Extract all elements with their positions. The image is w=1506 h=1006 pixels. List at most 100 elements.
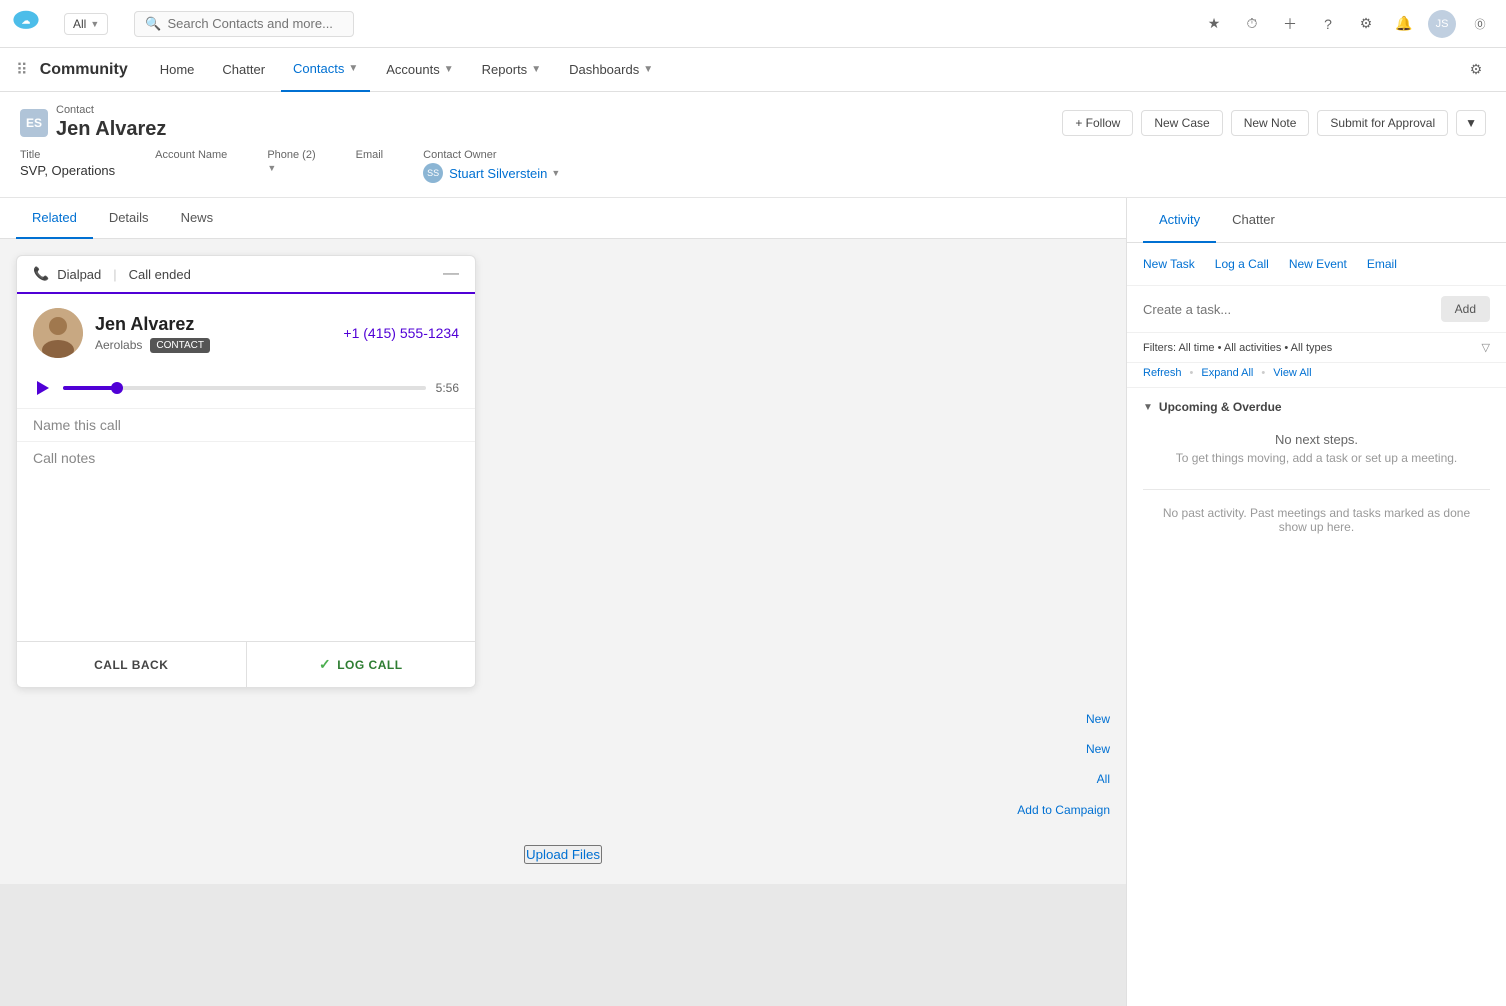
user-avatar[interactable]: JS — [1428, 10, 1456, 38]
tab-activity-label: Activity — [1159, 212, 1200, 227]
refresh-link[interactable]: Refresh — [1143, 367, 1182, 379]
help-icon[interactable]: ? — [1314, 10, 1342, 38]
new-task-button[interactable]: New Task — [1143, 257, 1195, 271]
notifications-icon[interactable]: 🔔 — [1390, 10, 1418, 38]
all-row: All — [16, 764, 1110, 794]
minimize-icon[interactable]: — — [443, 266, 459, 282]
view-all-link[interactable]: View All — [1273, 367, 1311, 379]
dialpad-widget: 📞 Dialpad | Call ended — — [16, 255, 476, 688]
grid-icon[interactable]: ⠿ — [16, 60, 28, 80]
no-steps-text: No next steps. — [1143, 424, 1490, 451]
log-a-call-button[interactable]: Log a Call — [1215, 257, 1269, 271]
upload-files-button[interactable]: Upload Files — [524, 845, 602, 864]
nav-accounts-label: Accounts — [386, 62, 439, 77]
tab-news-label: News — [181, 210, 214, 225]
new-case-button[interactable]: New Case — [1141, 110, 1222, 136]
email-button[interactable]: Email — [1367, 257, 1397, 271]
right-panel: Activity Chatter New Task Log a Call New… — [1126, 198, 1506, 1006]
waffle-icon[interactable]: ⓪ — [1466, 10, 1494, 38]
search-icon: 🔍 — [145, 16, 161, 32]
add-task-button[interactable]: Add — [1441, 296, 1490, 322]
field-email: Email — [356, 149, 384, 183]
call-name-section[interactable]: Name this call — [17, 408, 475, 441]
activity-actions: New Task Log a Call New Event Email — [1127, 243, 1506, 286]
top-bar: ☁ All ▼ 🔍 ★ ⏱ ＋ ? ⚙ 🔔 JS ⓪ — [0, 0, 1506, 48]
recent-icon[interactable]: ⏱ — [1238, 10, 1266, 38]
new-button-2[interactable]: New — [1086, 742, 1110, 756]
settings-icon[interactable]: ⚙ — [1352, 10, 1380, 38]
call-notes-section[interactable]: Call notes — [17, 441, 475, 641]
nav-item-contacts[interactable]: Contacts ▼ — [281, 48, 370, 92]
nav-item-reports[interactable]: Reports ▼ — [470, 48, 553, 92]
record-type-label: Contact — [56, 104, 166, 116]
tab-details[interactable]: Details — [93, 198, 165, 239]
log-call-button[interactable]: ✓ LOG CALL — [247, 642, 476, 687]
nav-reports-label: Reports — [482, 62, 528, 77]
nav-item-dashboards[interactable]: Dashboards ▼ — [557, 48, 665, 92]
nav-dashboards-label: Dashboards — [569, 62, 639, 77]
nav-item-home[interactable]: Home — [148, 48, 207, 92]
nav-bar: ⠿ Community Home Chatter Contacts ▼ Acco… — [0, 48, 1506, 92]
new-button[interactable]: New — [1086, 712, 1110, 726]
new-row: New — [16, 704, 1110, 734]
title-value: SVP, Operations — [20, 163, 115, 178]
nav-item-accounts[interactable]: Accounts ▼ — [374, 48, 465, 92]
favorites-icon[interactable]: ★ — [1200, 10, 1228, 38]
account-label: Account Name — [155, 149, 227, 161]
record-type-icon: ES — [20, 109, 48, 137]
expand-all-link[interactable]: Expand All — [1201, 367, 1253, 379]
new-note-button[interactable]: New Note — [1231, 110, 1310, 136]
search-input[interactable] — [167, 16, 343, 31]
salesforce-logo[interactable]: ☁ — [12, 10, 40, 38]
title-label: Title — [20, 149, 115, 161]
actions-dropdown-button[interactable]: ▼ — [1456, 110, 1486, 136]
right-tabs: Activity Chatter — [1127, 198, 1506, 243]
nav-item-chatter[interactable]: Chatter — [210, 48, 277, 92]
tab-activity[interactable]: Activity — [1143, 198, 1216, 243]
divider — [1143, 489, 1490, 490]
add-to-campaign-button[interactable]: Add to Campaign — [1017, 803, 1110, 817]
field-phone: Phone (2) ▼ — [267, 149, 315, 183]
filter-icon[interactable]: ▽ — [1482, 341, 1490, 354]
all-button[interactable]: All — [1097, 772, 1110, 786]
owner-value[interactable]: Stuart Silverstein ▼ — [449, 166, 560, 181]
reports-chevron-icon: ▼ — [531, 64, 541, 75]
callback-button[interactable]: CALL BACK — [17, 642, 247, 687]
tab-news[interactable]: News — [165, 198, 230, 239]
gray-area — [0, 884, 1126, 1006]
record-name: Jen Alvarez — [56, 118, 166, 141]
new-event-button[interactable]: New Event — [1289, 257, 1347, 271]
search-scope-selector[interactable]: All ▼ — [64, 13, 108, 35]
dashboards-chevron-icon: ▼ — [643, 64, 653, 75]
nav-chatter-label: Chatter — [222, 62, 265, 77]
filters-text: Filters: All time • All activities • All… — [1143, 342, 1332, 354]
call-notes-placeholder: Call notes — [33, 450, 95, 466]
record-fields: Title SVP, Operations Account Name Phone… — [20, 149, 1486, 183]
contact-sub: Aerolabs CONTACT — [95, 338, 331, 353]
log-a-call-label: Log a Call — [1215, 257, 1269, 271]
tab-related-label: Related — [32, 210, 77, 225]
play-icon — [37, 381, 49, 395]
add-icon[interactable]: ＋ — [1276, 10, 1304, 38]
nav-contacts-label: Contacts — [293, 61, 344, 76]
campaign-row: Add to Campaign — [16, 794, 1110, 825]
dialpad-status: Call ended — [129, 267, 191, 282]
phone-chevron-icon: ▼ — [267, 163, 276, 173]
owner-field: SS Stuart Silverstein ▼ — [423, 163, 560, 183]
scope-chevron-icon: ▼ — [90, 19, 99, 29]
follow-button[interactable]: + Follow — [1062, 110, 1133, 136]
audio-player: 5:56 — [17, 372, 475, 408]
nav-home-label: Home — [160, 62, 195, 77]
task-input[interactable] — [1143, 302, 1433, 317]
log-call-label: LOG CALL — [337, 658, 402, 672]
record-type-text: Contact — [56, 104, 94, 116]
expand-row: Refresh • Expand All • View All — [1127, 363, 1506, 388]
nav-settings-icon[interactable]: ⚙ — [1462, 56, 1490, 84]
tab-related[interactable]: Related — [16, 198, 93, 239]
submit-approval-button[interactable]: Submit for Approval — [1317, 110, 1448, 136]
top-bar-right: ★ ⏱ ＋ ? ⚙ 🔔 JS ⓪ — [1200, 10, 1494, 38]
play-button[interactable] — [33, 378, 53, 398]
contact-phone[interactable]: +1 (415) 555-1234 — [343, 325, 459, 341]
tab-chatter[interactable]: Chatter — [1216, 198, 1291, 243]
progress-bar[interactable] — [63, 386, 426, 390]
